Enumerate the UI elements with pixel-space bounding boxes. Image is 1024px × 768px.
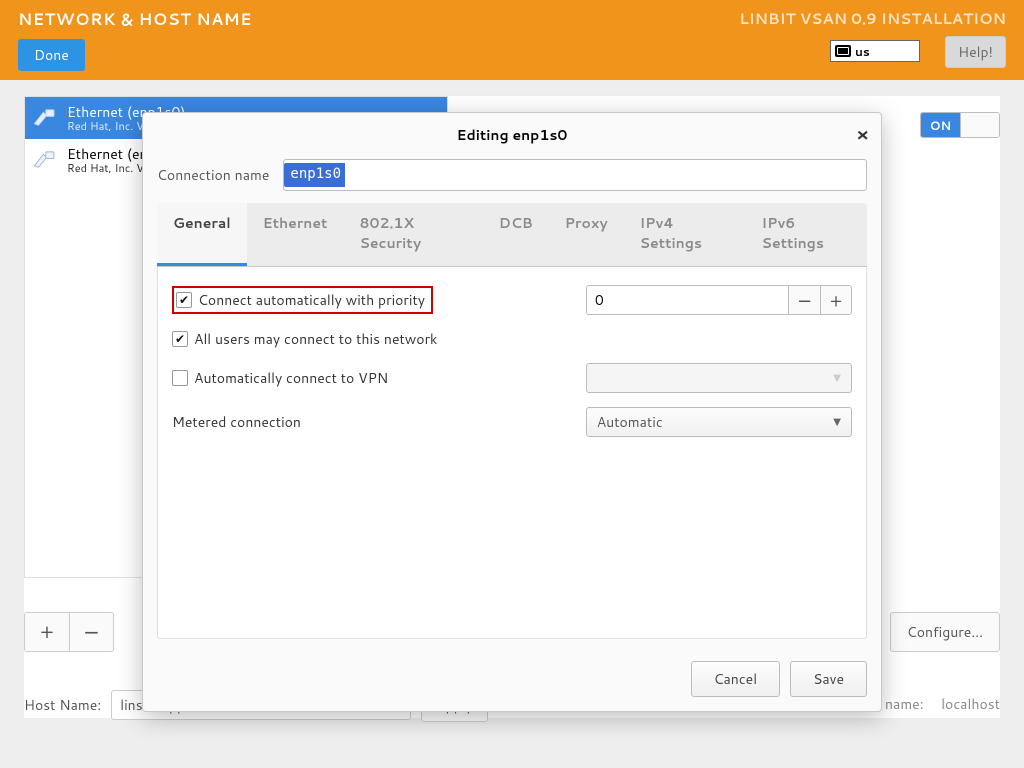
connection-name-label: Connection name <box>157 165 269 185</box>
dialog-body: Connection name enp1s0 General Ethernet … <box>143 155 881 651</box>
all-users-label: All users may connect to this network <box>194 329 437 349</box>
cancel-button[interactable]: Cancel <box>691 661 781 697</box>
tab-panel-general: Connect automatically with priority − + … <box>157 267 867 639</box>
metered-label: Metered connection <box>172 412 301 432</box>
priority-decrement-button[interactable]: − <box>788 285 820 315</box>
dialog-title: Editing enp1s0 × <box>143 113 881 155</box>
tab-ipv6[interactable]: IPv6 Settings <box>746 203 867 266</box>
dialog-tabs: General Ethernet 802.1X Security DCB Pro… <box>157 203 867 267</box>
dialog-footer: Cancel Save <box>143 651 881 711</box>
connect-auto-label: Connect automatically with priority <box>198 290 425 310</box>
save-button[interactable]: Save <box>790 661 867 697</box>
connection-name-selection: enp1s0 <box>284 163 345 187</box>
priority-increment-button[interactable]: + <box>820 285 852 315</box>
highlight-connect-auto: Connect automatically with priority <box>172 286 433 314</box>
edit-connection-dialog: Editing enp1s0 × Connection name enp1s0 … <box>142 112 882 712</box>
metered-combo-value: Automatic <box>597 412 663 432</box>
tab-proxy[interactable]: Proxy <box>549 203 624 266</box>
vpn-combo: ▼ <box>586 363 852 393</box>
tab-ethernet[interactable]: Ethernet <box>247 203 344 266</box>
priority-input[interactable] <box>586 285 788 315</box>
all-users-checkbox[interactable] <box>172 331 188 347</box>
connection-name-input[interactable] <box>283 159 867 191</box>
auto-vpn-label: Automatically connect to VPN <box>194 368 388 388</box>
dialog-title-text: Editing enp1s0 <box>457 125 568 145</box>
tab-dcb[interactable]: DCB <box>483 203 549 266</box>
connect-auto-checkbox[interactable] <box>176 292 192 308</box>
dialog-backdrop: Editing enp1s0 × Connection name enp1s0 … <box>0 0 1024 768</box>
tab-general[interactable]: General <box>157 203 247 266</box>
tab-8021x[interactable]: 802.1X Security <box>343 203 482 266</box>
tab-ipv4[interactable]: IPv4 Settings <box>624 203 746 266</box>
chevron-down-icon: ▼ <box>833 371 841 385</box>
metered-combo[interactable]: Automatic ▼ <box>586 407 852 437</box>
close-button[interactable]: × <box>856 121 869 147</box>
chevron-down-icon: ▼ <box>833 415 841 429</box>
priority-spinbutton: − + <box>586 285 852 315</box>
auto-vpn-checkbox[interactable] <box>172 370 188 386</box>
